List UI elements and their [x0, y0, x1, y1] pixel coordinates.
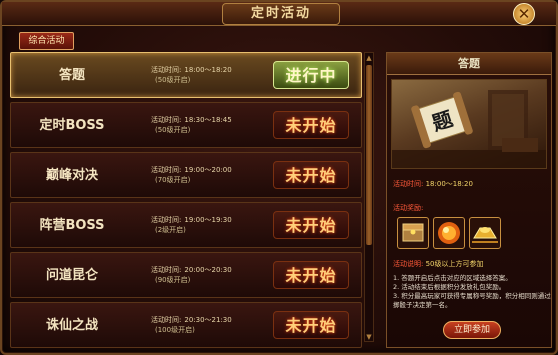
activity-time-label: 活动时间: — [151, 116, 182, 124]
rewards-label: 活动奖励: — [393, 204, 424, 212]
activity-row[interactable]: 诛仙之战 活动时间: 20:30～21:30 (100级开启) 未开始 — [10, 302, 362, 348]
activity-level-requirement: (50级开启) — [155, 126, 191, 134]
rules-text: 1. 答题开启后点击对应的区域选择答案。 2. 活动结束后根据积分发放礼包奖励。… — [393, 274, 551, 310]
detail-desc-label: 活动说明: — [393, 260, 424, 268]
activity-name: 答题 — [58, 68, 85, 83]
activity-time-value: 20:00～20:30 — [184, 266, 232, 274]
activity-time-value: 19:00～20:00 — [184, 166, 232, 174]
activity-time: 活动时间: 19:00～19:30 — [151, 215, 271, 225]
activity-name: 诛仙之战 — [45, 318, 98, 333]
activity-row[interactable]: 问道昆仑 活动时间: 20:00～20:30 (90级开启) 未开始 — [10, 252, 362, 298]
activity-time: 活动时间: 20:30～21:30 — [151, 315, 271, 325]
activity-time-value: 18:30～18:45 — [184, 116, 232, 124]
detail-description: 活动说明: 50级以上方可参加 — [393, 259, 549, 269]
activity-name: 定时BOSS — [39, 118, 105, 133]
activity-status-badge[interactable]: 未开始 — [273, 211, 349, 239]
scroll-down-icon[interactable]: ▼ — [365, 333, 373, 341]
activity-row[interactable]: 定时BOSS 活动时间: 18:30～18:45 (50级开启) 未开始 — [10, 102, 362, 148]
join-now-button[interactable]: 立即参加 — [443, 321, 501, 339]
scroll-up-icon[interactable]: ▲ — [365, 54, 373, 62]
activity-time: 活动时间: 18:00～18:20 — [151, 65, 271, 75]
rule-line: 3. 积分最高玩家可获得专属称号奖励，积分相同则通过掷骰子决定第一名。 — [393, 292, 551, 309]
detail-time: 活动时间: 18:00～18:20 — [393, 179, 549, 189]
activity-time: 活动时间: 19:00～20:00 — [151, 165, 271, 175]
activity-time-label: 活动时间: — [151, 166, 182, 174]
list-scrollbar[interactable]: ▲ ▼ — [364, 52, 374, 342]
activity-time-value: 20:30～21:30 — [184, 316, 232, 324]
activity-list: 答题 活动时间: 18:00～18:20 (50级开启) 进行中 定时BOSS 活动时间: 1… — [10, 52, 362, 348]
activity-level-requirement: (90级开启) — [155, 276, 191, 284]
activity-level-requirement: (100级开启) — [155, 326, 195, 334]
activity-time-value: 18:00～18:20 — [184, 66, 232, 74]
activity-time: 活动时间: 20:00～20:30 — [151, 265, 271, 275]
activity-status-badge[interactable]: 进行中 — [273, 61, 349, 89]
activity-level-requirement: (2级开启) — [155, 226, 186, 234]
activity-time: 活动时间: 18:30～18:45 — [151, 115, 271, 125]
activity-scene-image: 题 — [391, 79, 547, 169]
close-button[interactable]: ✕ — [513, 3, 535, 25]
activity-time-label: 活动时间: — [151, 216, 182, 224]
activity-level-requirement: (50级开启) — [155, 76, 191, 84]
activity-level-requirement: (70级开启) — [155, 176, 191, 184]
activity-status-badge[interactable]: 未开始 — [273, 261, 349, 289]
tab-general-activities[interactable]: 综合活动 — [19, 32, 74, 50]
detail-desc-value: 50级以上方可参加 — [425, 260, 484, 268]
scroll-thumb[interactable] — [366, 65, 372, 245]
rule-line: 2. 活动结束后根据积分发放礼包奖励。 — [393, 283, 506, 291]
activity-status-badge[interactable]: 未开始 — [273, 111, 349, 139]
activity-name: 问道昆仑 — [45, 268, 98, 283]
title-bar: 定时活动 ✕ — [2, 2, 556, 26]
treasure-box-icon[interactable] — [397, 217, 429, 249]
rule-line: 1. 答题开启后点击对应的区域选择答案。 — [393, 274, 512, 282]
detail-title: 答题 — [387, 53, 551, 75]
activity-window: 定时活动 ✕ 综合活动 答题 活动时间: 18:00～18:20 (50级开启) 进行中… — [0, 0, 558, 355]
activity-time-label: 活动时间: — [151, 266, 182, 274]
activity-time-label: 活动时间: — [151, 66, 182, 74]
activity-status-badge[interactable]: 未开始 — [273, 161, 349, 189]
orb-icon[interactable] — [433, 217, 465, 249]
activity-row[interactable]: 答题 活动时间: 18:00～18:20 (50级开启) 进行中 — [10, 52, 362, 98]
activity-time-label: 活动时间: — [151, 316, 182, 324]
gold-ingot-icon[interactable] — [469, 217, 501, 249]
activity-row[interactable]: 阵营BOSS 活动时间: 19:00～19:30 (2级开启) 未开始 — [10, 202, 362, 248]
detail-time-label: 活动时间: — [393, 180, 424, 188]
activity-detail-panel: 答题 题 活动时间: 18:00～18:20 活动奖励: 活动说明: 50级以上… — [386, 52, 552, 348]
activity-time-value: 19:00～19:30 — [184, 216, 232, 224]
window-title: 定时活动 — [222, 3, 340, 25]
activity-row[interactable]: 巅峰对决 活动时间: 19:00～20:00 (70级开启) 未开始 — [10, 152, 362, 198]
activity-name: 巅峰对决 — [45, 168, 98, 183]
activity-status-badge[interactable]: 未开始 — [273, 311, 349, 339]
activity-name: 阵营BOSS — [39, 218, 105, 233]
detail-time-value: 18:00～18:20 — [425, 180, 473, 188]
